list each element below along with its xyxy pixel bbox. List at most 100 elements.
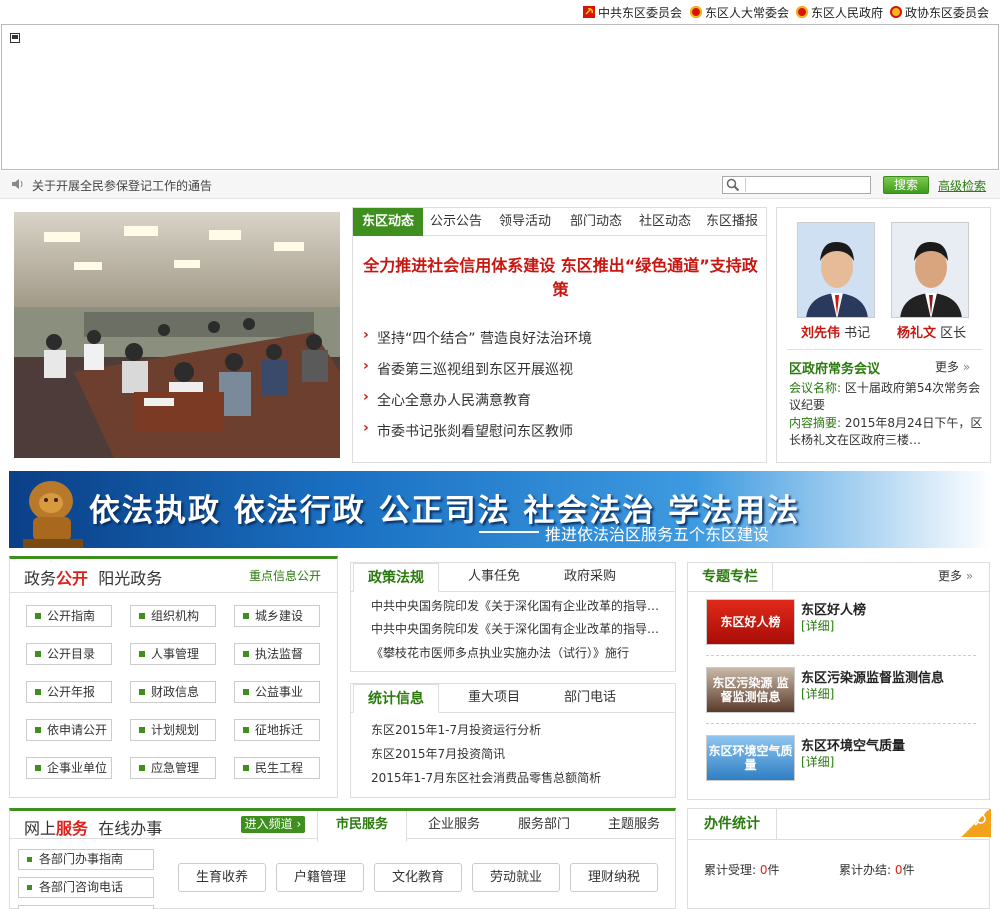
tab-community-news[interactable]: 社区动态 (631, 208, 699, 236)
double-chevron-right-icon: » (965, 569, 974, 583)
tab-procurement[interactable]: 政府采购 (564, 563, 616, 591)
speaker-icon (11, 178, 25, 193)
completed-count: 累计办结: 0件 (839, 863, 915, 877)
news-item[interactable]: 坚持“四个结合” 营造良好法治环境 (363, 327, 592, 348)
divider (706, 655, 976, 656)
news-tabs: 东区动态 公示公告 领导活动 部门动态 社区动态 东区播报 (353, 208, 766, 236)
gov-open-item[interactable]: 公开目录 (26, 643, 112, 665)
policy-item[interactable]: 中共中央国务院印发《关于深化国有企业改革的指导… (371, 620, 661, 637)
topic-title[interactable]: 东区好人榜 (801, 599, 866, 618)
topic-detail-link[interactable]: [详细] (801, 617, 834, 634)
topic-thumbnail[interactable]: 东区好人榜 (706, 599, 795, 645)
meeting-more-link[interactable]: 更多 » (935, 358, 970, 375)
slogan-dash (479, 531, 539, 533)
topics-title[interactable]: 专题专栏 (688, 563, 773, 591)
national-emblem-icon (690, 6, 702, 18)
double-chevron-right-icon: » (962, 360, 971, 374)
service-button[interactable]: 户籍管理 (276, 863, 364, 892)
service-button[interactable]: 劳动就业 (472, 863, 560, 892)
service-side-item[interactable]: 各部门咨询电话 (18, 877, 154, 898)
leader-name-1[interactable]: 刘先伟 书记 (801, 322, 870, 341)
tab-district-broadcast[interactable]: 东区播报 (699, 208, 765, 236)
tab-theme-service[interactable]: 主题服务 (608, 811, 660, 839)
tab-major-projects[interactable]: 重大项目 (468, 684, 520, 712)
leader-portrait[interactable] (891, 222, 969, 318)
statistics-item[interactable]: 东区2015年7月投资简讯 (371, 745, 661, 762)
statistics-item[interactable]: 东区2015年1-7月投资运行分析 (371, 721, 661, 738)
tab-citizen-service[interactable]: 市民服务 (317, 811, 408, 842)
advanced-search-link[interactable]: 高级检索 (938, 177, 986, 194)
gov-open-title: 政务公开 阳光政务 (24, 569, 163, 588)
notice-bar: 关于开展全民参保登记工作的通告 搜索 高级检索 (0, 171, 1000, 199)
tab-statistics[interactable]: 统计信息 (353, 684, 439, 713)
gov-open-item[interactable]: 企事业单位 (26, 757, 112, 779)
top-link-npc[interactable]: 东区人大常委会 (690, 4, 789, 20)
gov-open-item[interactable]: 组织机构 (130, 605, 216, 627)
top-link-government[interactable]: 东区人民政府 (796, 4, 883, 20)
meeting-title[interactable]: 区政府常务会议 (789, 358, 880, 377)
stone-lion-icon (23, 481, 83, 548)
notice-text[interactable]: 关于开展全民参保登记工作的通告 (32, 177, 212, 194)
news-item[interactable]: 市委书记张剡看望慰问东区教师 (363, 420, 573, 441)
gov-open-item[interactable]: 应急管理 (130, 757, 216, 779)
topics-more-link[interactable]: 更多 » (938, 567, 973, 584)
gov-open-item[interactable]: 公开指南 (26, 605, 112, 627)
leader-portrait[interactable] (797, 222, 875, 318)
policy-item[interactable]: 中共中央国务院印发《关于深化国有企业改革的指导… (371, 597, 661, 614)
news-item[interactable]: 省委第三巡视组到东区开展巡视 (363, 358, 573, 379)
cppcc-emblem-icon (890, 6, 902, 18)
tab-service-departments[interactable]: 服务部门 (518, 811, 570, 839)
search-badge-icon (960, 809, 991, 837)
tab-department-phones[interactable]: 部门电话 (564, 684, 616, 712)
search-button[interactable]: 搜索 (883, 176, 929, 194)
top-link-cppcc[interactable]: 政协东区委员会 (890, 4, 989, 20)
gov-open-item[interactable]: 公益事业 (234, 681, 320, 703)
divider (688, 839, 989, 840)
gov-open-item[interactable]: 人事管理 (130, 643, 216, 665)
gov-open-item[interactable]: 民生工程 (234, 757, 320, 779)
policy-panel: 政策法规 人事任免 政府采购 中共中央国务院印发《关于深化国有企业改革的指导… … (350, 562, 676, 672)
banner-frame (1, 24, 999, 170)
key-info-link[interactable]: 重点信息公开 (249, 567, 321, 584)
topic-thumbnail[interactable]: 东区污染源 监督监测信息 (706, 667, 795, 713)
gov-open-item[interactable]: 执法监督 (234, 643, 320, 665)
tab-district-news[interactable]: 东区动态 (353, 208, 423, 236)
gov-open-item[interactable]: 城乡建设 (234, 605, 320, 627)
topic-title[interactable]: 东区环境空气质量 (801, 735, 905, 754)
topic-title[interactable]: 东区污染源监督监测信息 (801, 667, 944, 686)
statistics-item[interactable]: 2015年1-7月东区社会消费品零售总额简析 (371, 769, 661, 786)
meeting-info[interactable]: 会议名称: 区十届政府第54次常务会议纪要 内容摘要: 2015年8月24日下午… (789, 380, 984, 449)
service-button[interactable]: 生育收养 (178, 863, 266, 892)
topic-detail-link[interactable]: [详细] (801, 685, 834, 702)
leader-panel: 刘先伟 书记 杨礼文 区长 区政府常务会议 更多 » 会议名称: 区十届政府第5… (776, 207, 991, 463)
leader-name-2[interactable]: 杨礼文 区长 (897, 322, 966, 341)
gov-open-item[interactable]: 依申请公开 (26, 719, 112, 741)
gov-open-item[interactable]: 公开年报 (26, 681, 112, 703)
policy-item[interactable]: 《攀枝花市医师多点执业实施办法（试行）》施行 (371, 644, 661, 661)
tab-enterprise-service[interactable]: 企业服务 (428, 811, 480, 839)
top-link-party[interactable]: 中共东区委员会 (583, 4, 682, 20)
service-button[interactable]: 文化教育 (374, 863, 462, 892)
enter-channel-button[interactable]: 进入频道 › (241, 816, 305, 833)
slogan-banner[interactable]: 依法执政 依法行政 公正司法 社会法治 学法用法 推进依法治区服务五个东区建设 (9, 471, 991, 548)
divider (787, 349, 982, 350)
news-item[interactable]: 全心全意办人民满意教育 (363, 389, 531, 410)
tab-personnel[interactable]: 人事任免 (468, 563, 520, 591)
tab-leader-activity[interactable]: 领导活动 (489, 208, 561, 236)
service-side-item[interactable] (18, 905, 154, 909)
gov-open-item[interactable]: 计划规划 (130, 719, 216, 741)
search-input[interactable] (745, 178, 869, 192)
news-photo[interactable] (14, 212, 340, 458)
topic-detail-link[interactable]: [详细] (801, 753, 834, 770)
accepted-count: 累计受理: 0件 (704, 863, 780, 877)
gov-open-item[interactable]: 财政信息 (130, 681, 216, 703)
tab-policy[interactable]: 政策法规 (353, 563, 439, 592)
tab-department-news[interactable]: 部门动态 (561, 208, 631, 236)
service-side-item[interactable]: 各部门办事指南 (18, 849, 154, 870)
top-links-bar: 中共东区委员会 东区人大常委会 东区人民政府 政协东区委员会 (0, 0, 1000, 24)
topic-thumbnail[interactable]: 东区环境空气质量 (706, 735, 795, 781)
headline-news[interactable]: 全力推进社会信用体系建设 东区推出“绿色通道”支持政策 (363, 254, 758, 302)
tab-announcements[interactable]: 公示公告 (423, 208, 489, 236)
service-button[interactable]: 理财纳税 (570, 863, 658, 892)
gov-open-item[interactable]: 征地拆迁 (234, 719, 320, 741)
